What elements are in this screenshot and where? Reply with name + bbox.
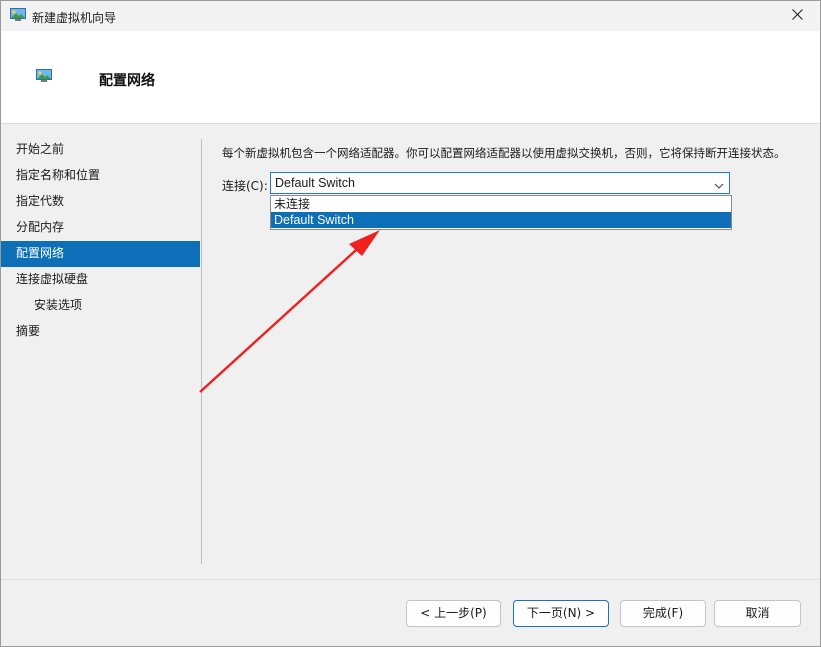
option-default-switch[interactable]: Default Switch: [271, 212, 731, 228]
finish-button[interactable]: 完成(F): [620, 600, 706, 627]
sidebar-item-virtual-hard-disk[interactable]: 连接虚拟硬盘: [1, 267, 200, 293]
sidebar-item-installation-options[interactable]: 安装选项: [1, 293, 200, 319]
sidebar-item-generation[interactable]: 指定代数: [1, 189, 200, 215]
sidebar-item-before-you-begin[interactable]: 开始之前: [1, 137, 200, 163]
description-text: 每个新虚拟机包含一个网络适配器。你可以配置网络适配器以使用虚拟交换机，否则，它将…: [222, 146, 786, 160]
close-icon: [791, 9, 803, 23]
virtual-machine-icon: [36, 69, 52, 86]
wizard-header: 配置网络: [1, 31, 820, 124]
option-not-connected[interactable]: 未连接: [271, 196, 731, 212]
next-button[interactable]: 下一页(N) >: [513, 600, 609, 627]
footer-divider: [1, 579, 820, 580]
connection-select[interactable]: Default Switch: [270, 172, 730, 194]
window-title: 新建虚拟机向导: [32, 11, 117, 25]
sidebar-item-memory[interactable]: 分配内存: [1, 215, 200, 241]
previous-button[interactable]: < 上一步(P): [406, 600, 501, 627]
title-bar[interactable]: 新建虚拟机向导: [1, 1, 820, 31]
sidebar-item-name-location[interactable]: 指定名称和位置: [1, 163, 200, 189]
connection-select-value: Default Switch: [275, 176, 355, 190]
wizard-window: 新建虚拟机向导 配置网络 开始之前 指定名称和位置 指定代数 分配内存 配置网络…: [0, 0, 821, 647]
sidebar-item-summary[interactable]: 摘要: [1, 319, 200, 345]
close-button[interactable]: [774, 1, 820, 31]
connection-dropdown-list: 未连接 Default Switch: [270, 195, 732, 230]
sidebar-item-networking[interactable]: 配置网络: [1, 241, 200, 267]
page-title: 配置网络: [99, 73, 155, 89]
connection-label: 连接(C):: [222, 179, 268, 193]
chevron-down-icon[interactable]: [714, 179, 724, 193]
wizard-steps-sidebar: 开始之前 指定名称和位置 指定代数 分配内存 配置网络 连接虚拟硬盘 安装选项 …: [1, 137, 200, 345]
sidebar-divider: [201, 139, 202, 564]
virtual-machine-icon: [10, 8, 26, 25]
cancel-button[interactable]: 取消: [714, 600, 801, 627]
